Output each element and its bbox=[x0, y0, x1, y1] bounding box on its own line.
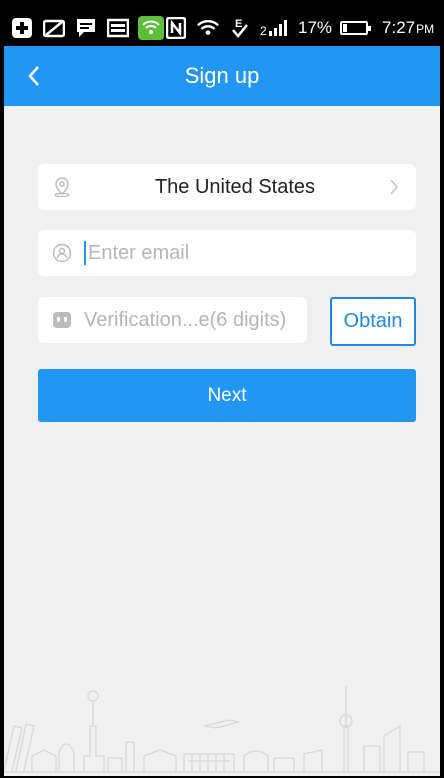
country-value: The United States bbox=[154, 175, 316, 198]
slash-card-icon bbox=[42, 16, 66, 40]
battery-fill bbox=[343, 24, 348, 32]
chevron-left-icon bbox=[28, 66, 39, 86]
e-signal-icon: E bbox=[228, 16, 252, 40]
phone-frame: E 2 17% 7:27PM Sign up The United States… bbox=[0, 0, 444, 778]
page-title: Sign up bbox=[184, 63, 260, 88]
status-time: 7:27PM bbox=[382, 18, 434, 38]
verification-code-row bbox=[38, 297, 349, 343]
green-wireless-icon bbox=[138, 16, 164, 40]
cell-signal-icon: 2 bbox=[260, 16, 290, 40]
country-selector[interactable]: The United States bbox=[38, 164, 416, 210]
back-button[interactable] bbox=[18, 60, 50, 92]
chevron-right-icon bbox=[386, 177, 402, 197]
time-text: 7:27 bbox=[382, 18, 416, 37]
battery-icon bbox=[340, 21, 372, 35]
location-pin-icon bbox=[52, 177, 72, 197]
verification-code-input[interactable] bbox=[84, 308, 349, 332]
battery-percent: 17% bbox=[298, 18, 333, 37]
svg-text:2: 2 bbox=[260, 24, 267, 37]
email-input[interactable] bbox=[88, 241, 402, 265]
obtain-code-button[interactable]: Obtain bbox=[330, 297, 416, 346]
time-ampm: PM bbox=[416, 22, 435, 36]
status-left-icons bbox=[10, 16, 164, 40]
user-icon bbox=[52, 243, 72, 263]
status-right-icons: E 2 17% 7:27PM bbox=[164, 16, 434, 40]
code-icon bbox=[52, 310, 72, 330]
email-field-row bbox=[38, 230, 416, 276]
city-skyline-illustration bbox=[4, 686, 440, 773]
message-icon bbox=[74, 16, 98, 40]
screen: E 2 17% 7:27PM Sign up The United States… bbox=[4, 10, 440, 776]
wifi-icon bbox=[196, 16, 220, 40]
image-icon bbox=[106, 16, 130, 40]
svg-text:E: E bbox=[235, 18, 242, 30]
app-header: Sign up bbox=[4, 46, 440, 106]
text-caret bbox=[84, 241, 86, 265]
nfc-icon bbox=[164, 16, 188, 40]
plus-square-icon bbox=[10, 16, 34, 40]
status-bar: E 2 17% 7:27PM bbox=[4, 10, 440, 46]
next-button[interactable]: Next bbox=[38, 369, 416, 422]
